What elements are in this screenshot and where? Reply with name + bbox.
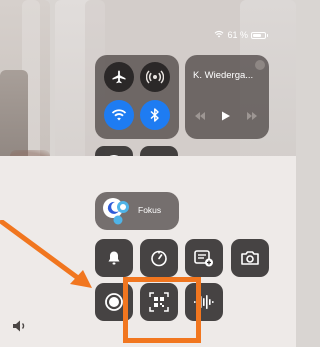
bluetooth-toggle[interactable] bbox=[140, 100, 170, 130]
fast-forward-icon bbox=[247, 112, 257, 120]
quick-note-icon bbox=[194, 250, 213, 267]
wifi-toggle[interactable] bbox=[104, 100, 134, 130]
airplane-icon bbox=[112, 70, 126, 84]
cellular-antenna-icon bbox=[146, 70, 164, 84]
now-playing-title: K. Wiederga... bbox=[193, 70, 254, 81]
play-icon bbox=[222, 111, 230, 121]
cellular-toggle[interactable] bbox=[140, 62, 170, 92]
highlight-box bbox=[123, 277, 201, 343]
arrow-annotation bbox=[0, 220, 92, 288]
focus-label: Fokus bbox=[138, 205, 162, 215]
media-controls bbox=[195, 111, 257, 121]
timer-button[interactable] bbox=[140, 239, 178, 277]
focus-moon-icon bbox=[103, 198, 129, 225]
bell-icon bbox=[108, 251, 120, 265]
quick-note-button[interactable] bbox=[185, 239, 223, 277]
battery-percent: 61 % bbox=[227, 30, 248, 40]
airplay-icon[interactable] bbox=[255, 60, 265, 70]
silent-mode-button[interactable] bbox=[95, 239, 133, 277]
airplane-mode-toggle[interactable] bbox=[104, 62, 134, 92]
bluetooth-icon bbox=[150, 108, 159, 122]
wifi-icon bbox=[214, 30, 224, 40]
rewind-icon bbox=[195, 112, 205, 120]
record-icon bbox=[105, 293, 123, 311]
timer-icon bbox=[151, 250, 167, 267]
battery-icon bbox=[251, 31, 268, 39]
status-bar: 61 % bbox=[214, 30, 268, 40]
camera-icon bbox=[241, 251, 259, 265]
camera-button[interactable] bbox=[231, 239, 269, 277]
wifi-icon bbox=[111, 109, 127, 121]
